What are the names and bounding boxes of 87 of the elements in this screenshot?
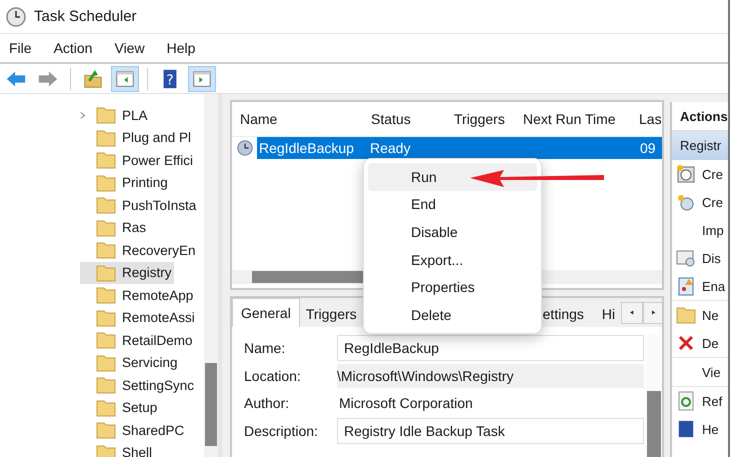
folder-icon	[96, 331, 116, 350]
field-value: \Microsoft\Windows\Registry	[337, 364, 644, 388]
calendar-icon	[676, 248, 696, 268]
sidebar-command[interactable]: Ref	[672, 387, 728, 415]
field-label: Location:	[244, 368, 302, 384]
task-row[interactable]: RegIdleBackup Ready 09	[257, 137, 662, 159]
tree-item[interactable]: RecoveryEn	[80, 239, 204, 262]
folder-icon	[96, 128, 116, 147]
field-value: RegIdleBackup	[337, 335, 644, 361]
document-icon	[676, 276, 696, 296]
field-label: Author:	[244, 395, 290, 411]
sidebar-command[interactable]: Ne	[672, 301, 728, 329]
tree-item[interactable]: Plug and Pl	[80, 126, 204, 149]
tree-item[interactable]: PLA	[80, 104, 204, 126]
folder-icon	[96, 286, 116, 304]
folder-icon	[96, 174, 116, 192]
pane-toggle-button[interactable]	[188, 66, 216, 92]
folder-icon	[96, 354, 116, 372]
folder-icon	[676, 306, 696, 324]
column-header[interactable]: Status	[363, 111, 446, 127]
tab[interactable]: General	[232, 298, 300, 327]
folder-icon	[96, 264, 116, 282]
tree-item[interactable]: Power Effici	[80, 149, 204, 172]
sidebar-command[interactable]: De	[672, 329, 728, 358]
menu-item[interactable]: Export...	[368, 246, 537, 274]
clock-icon	[236, 139, 254, 157]
menu-item[interactable]: File	[9, 40, 32, 56]
help-icon	[677, 420, 695, 438]
tree-item[interactable]: RemoteAssi	[80, 306, 204, 329]
menu-item[interactable]: Run	[368, 163, 537, 191]
left-triangle-icon	[630, 310, 634, 315]
refresh-icon	[676, 391, 696, 411]
sidebar-command[interactable]: Vie	[672, 358, 728, 387]
sidebar-command[interactable]: Ena	[672, 272, 728, 301]
column-header[interactable]: Name	[232, 111, 363, 127]
folder-icon	[96, 444, 116, 457]
sidebar-command[interactable]: Dis	[672, 244, 728, 272]
folder-icon	[96, 421, 116, 440]
menu-item[interactable]: Action	[54, 40, 92, 56]
column-header[interactable]: Triggers	[446, 111, 515, 127]
sidebar-command[interactable]: He	[672, 415, 728, 443]
folder-icon	[96, 218, 116, 237]
folder-icon	[82, 68, 104, 90]
folder-icon	[96, 106, 116, 124]
tree-item[interactable]: SharedPC	[80, 419, 204, 442]
folder-icon	[96, 196, 116, 214]
clock-icon	[676, 164, 696, 184]
tree-item[interactable]: Printing	[80, 172, 204, 194]
menu-item[interactable]: Properties	[368, 273, 537, 301]
tree-item[interactable]: RetailDemo	[80, 329, 204, 352]
folder-icon	[96, 151, 116, 170]
right-triangle-icon	[652, 310, 656, 315]
folder-icon	[96, 241, 116, 260]
clock-icon	[6, 6, 26, 26]
column-header[interactable]: Next Run Time	[515, 111, 631, 127]
section-header[interactable]: Registr	[672, 131, 728, 160]
pane-toggle-button[interactable]	[111, 66, 139, 92]
tab[interactable]: Hi	[596, 301, 622, 327]
folder-icon	[96, 376, 116, 394]
close-icon	[678, 335, 694, 351]
tree-item[interactable]: Servicing	[80, 352, 204, 374]
chevron-icon[interactable]	[80, 110, 86, 120]
field-value: Registry Idle Backup Task	[337, 418, 644, 444]
column-header[interactable]: Las	[631, 111, 661, 127]
folder-icon	[96, 308, 116, 327]
field-value: Microsoft Corporation	[338, 394, 474, 413]
sidebar-command[interactable]: Cre	[672, 160, 728, 188]
tree-item[interactable]: PushToInsta	[80, 194, 204, 216]
scrollbar-thumb[interactable]	[205, 363, 217, 446]
field-label: Description:	[244, 423, 319, 439]
menu-item[interactable]: Disable	[368, 218, 537, 246]
tab[interactable]: Triggers	[300, 301, 363, 327]
clock-icon	[676, 192, 696, 212]
menu-item[interactable]: Delete	[368, 300, 537, 329]
folder-icon	[96, 398, 116, 417]
field-label: Name:	[244, 340, 286, 356]
tree-item[interactable]: Setup	[80, 396, 204, 419]
tree-item[interactable]: RemoteApp	[80, 284, 204, 306]
window-title: Task Scheduler	[34, 8, 137, 25]
menu-item[interactable]: Help	[166, 40, 196, 56]
tree-item[interactable]: SettingSync	[80, 374, 204, 396]
tree-item[interactable]: Ras	[80, 216, 204, 239]
menu-item[interactable]: View	[114, 40, 145, 56]
menu-item[interactable]: End	[368, 190, 537, 218]
sidebar-command[interactable]: Imp	[672, 216, 728, 244]
tree-item[interactable]: Registry	[80, 262, 174, 284]
sidebar-command[interactable]: Cre	[672, 188, 728, 216]
